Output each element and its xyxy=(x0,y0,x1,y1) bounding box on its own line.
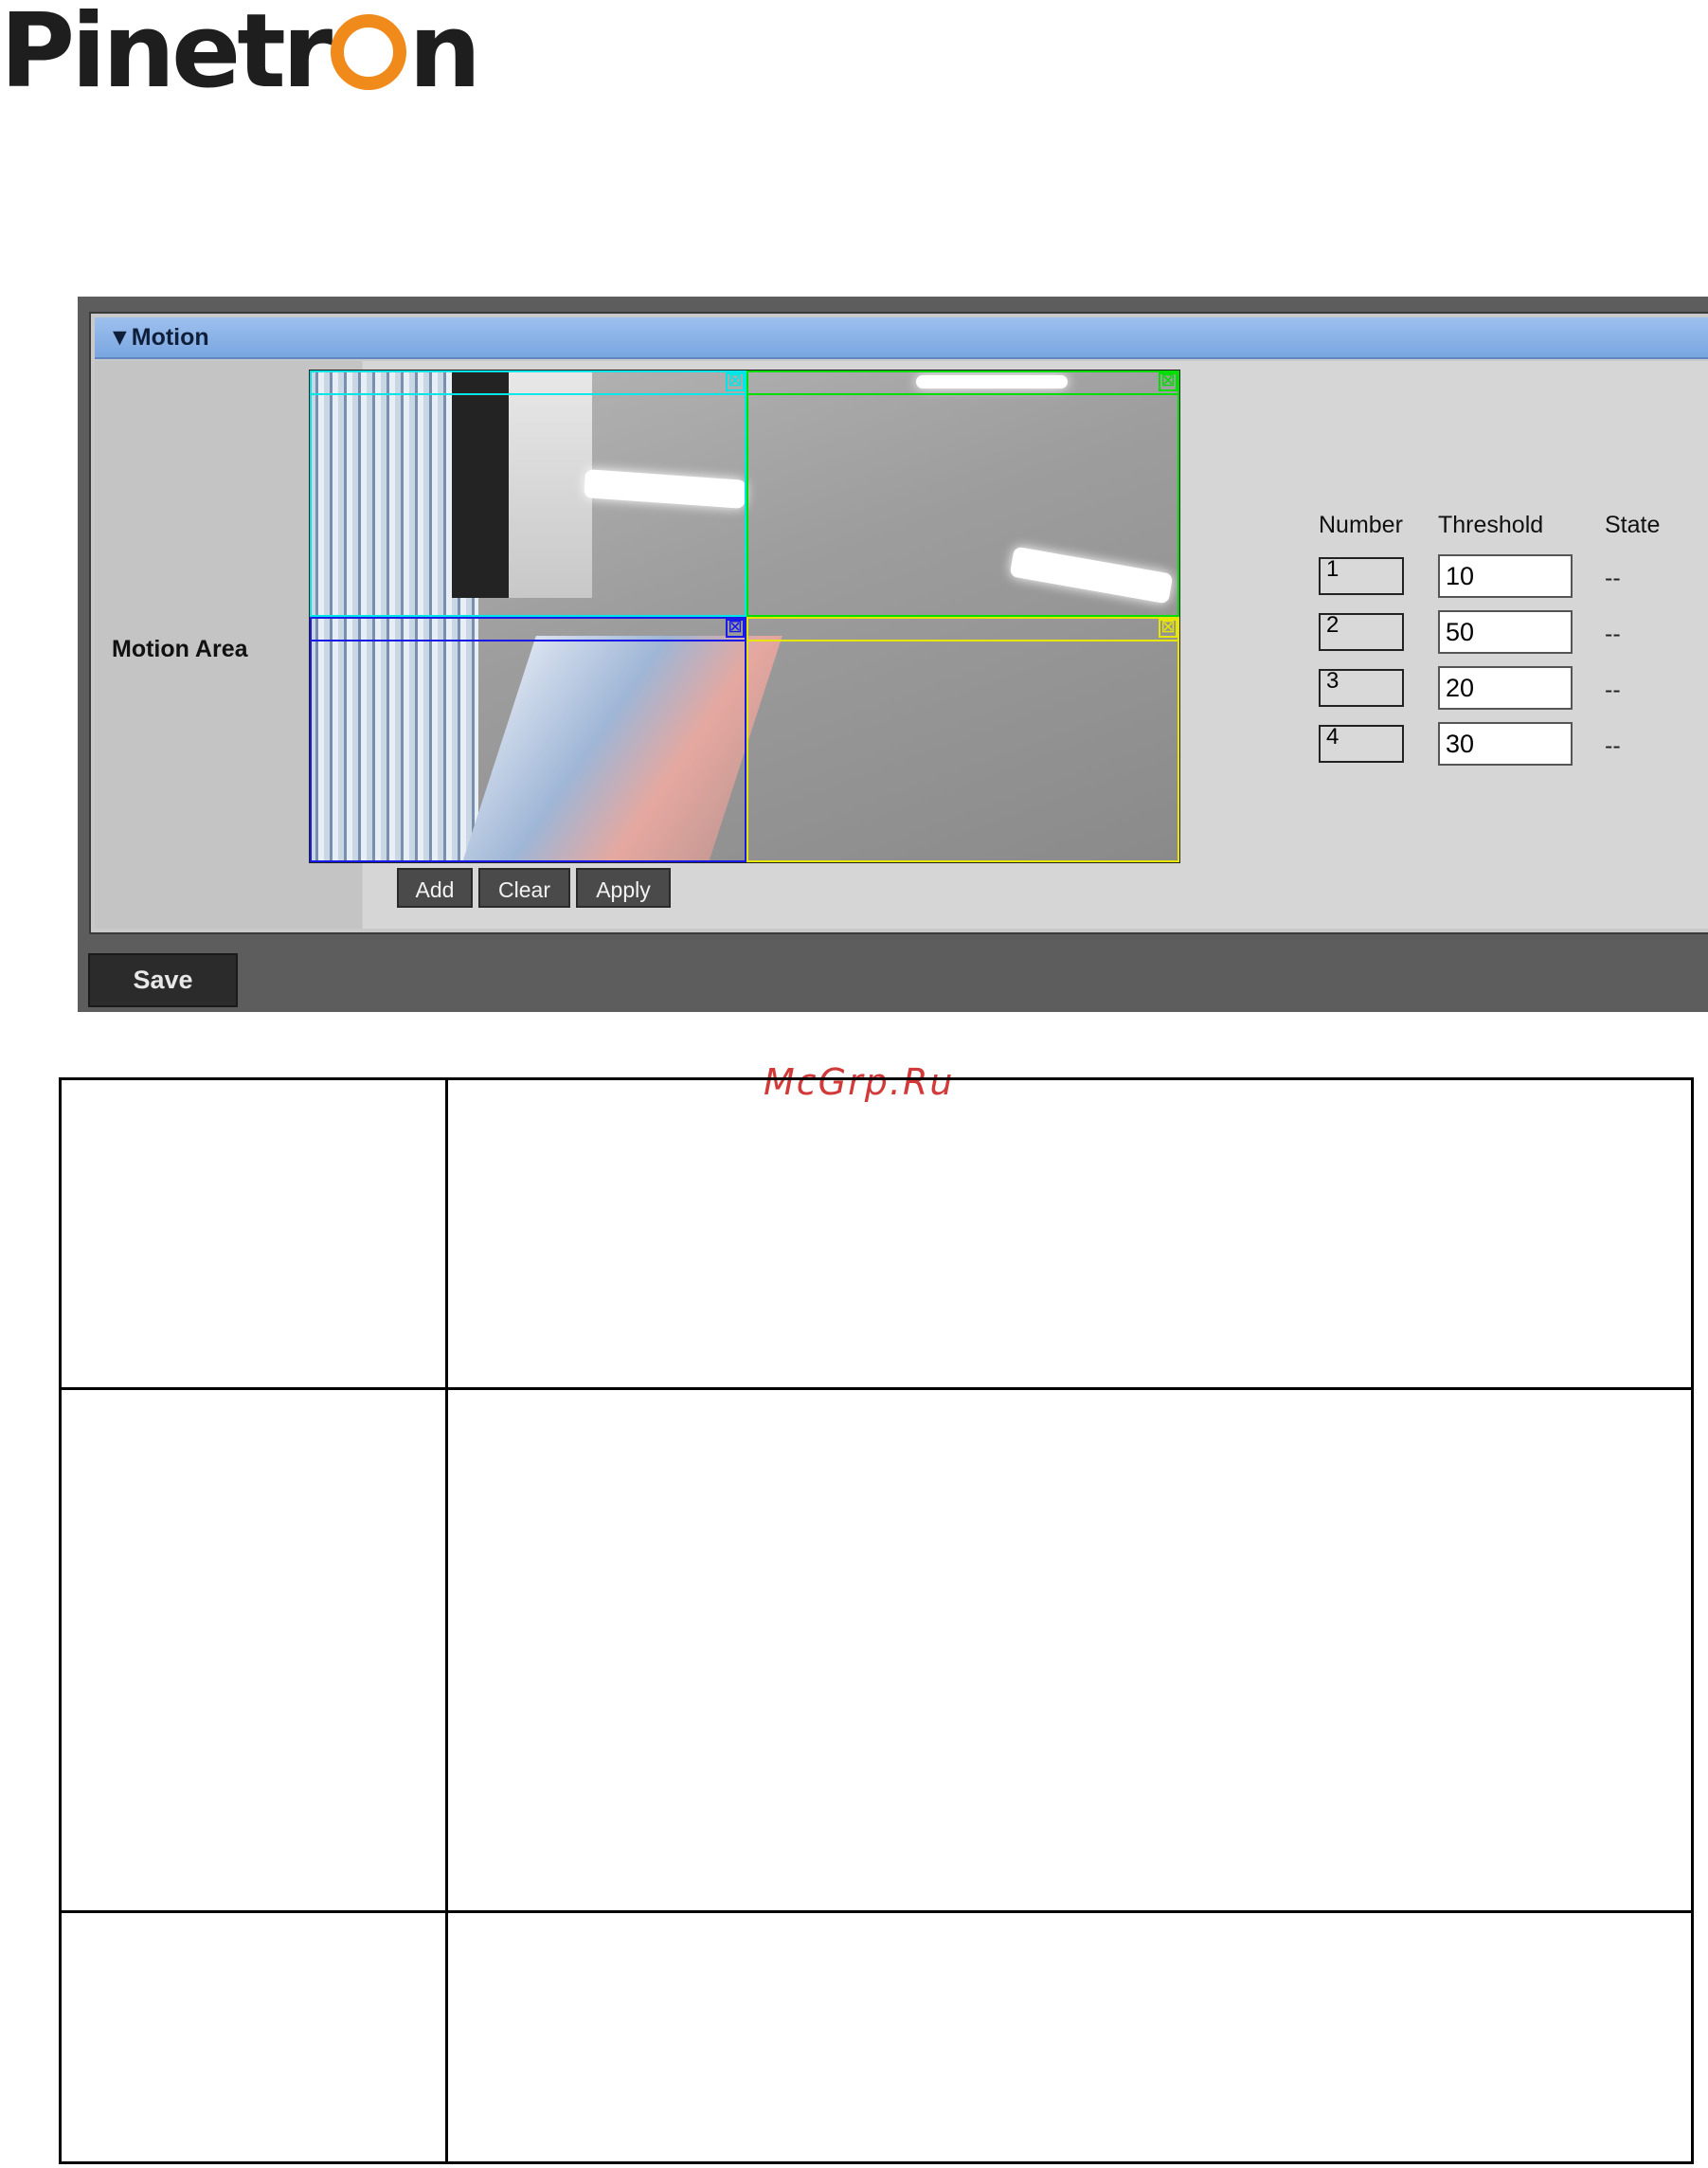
motion-zone-2[interactable]: ☒ xyxy=(746,370,1179,617)
zone-number-4: 4 xyxy=(1319,725,1404,763)
add-button[interactable]: Add xyxy=(397,868,473,908)
save-button[interactable]: Save xyxy=(88,953,238,1007)
zone-number-2: 2 xyxy=(1319,613,1404,651)
state-column-header: State xyxy=(1605,512,1661,538)
zone-number-3: 3 xyxy=(1319,669,1404,707)
threshold-input-3[interactable]: 20 xyxy=(1438,666,1573,710)
logo-text-prefix: Pinetr xyxy=(0,0,333,111)
zone-3-close-icon[interactable]: ☒ xyxy=(726,619,745,638)
threshold-column-header: Threshold xyxy=(1438,512,1544,538)
motion-section-header[interactable]: ▼Motion xyxy=(95,317,1708,359)
zone-state-3: -- xyxy=(1605,677,1621,703)
zone-state-4: -- xyxy=(1605,732,1621,759)
zone-4-close-icon[interactable]: ☒ xyxy=(1159,619,1178,638)
motion-area-label: Motion Area xyxy=(112,636,248,662)
clear-button[interactable]: Clear xyxy=(478,868,570,908)
logo-o-ring-icon xyxy=(331,14,407,90)
motion-zone-3-titlebar[interactable] xyxy=(312,619,745,641)
threshold-input-1[interactable]: 10 xyxy=(1438,554,1573,598)
zone-state-1: -- xyxy=(1605,565,1621,591)
motion-zone-3[interactable]: ☒ xyxy=(310,617,746,862)
camera-preview[interactable]: ☒ ☒ ☒ ☒ xyxy=(309,370,1180,863)
motion-zone-4-titlebar[interactable] xyxy=(748,619,1178,641)
threshold-input-2[interactable]: 50 xyxy=(1438,610,1573,654)
motion-zone-1[interactable]: ☒ xyxy=(310,370,746,617)
apply-button[interactable]: Apply xyxy=(576,868,671,908)
pinetron-logo: Pinetr n xyxy=(0,0,481,104)
motion-zone-2-titlebar[interactable] xyxy=(748,372,1178,395)
zone-state-2: -- xyxy=(1605,621,1621,647)
table-row-divider xyxy=(62,1387,1691,1390)
table-column-divider xyxy=(445,1080,448,2161)
number-column-header: Number xyxy=(1319,512,1403,538)
table-row-divider xyxy=(62,1910,1691,1913)
zone-1-close-icon[interactable]: ☒ xyxy=(726,372,745,391)
motion-zone-1-titlebar[interactable] xyxy=(312,372,745,395)
zone-2-close-icon[interactable]: ☒ xyxy=(1159,372,1178,391)
zone-number-1: 1 xyxy=(1319,557,1404,595)
document-table xyxy=(59,1077,1694,2164)
logo-text-suffix: n xyxy=(408,0,481,111)
threshold-input-4[interactable]: 30 xyxy=(1438,722,1573,766)
footer-bar xyxy=(78,936,1708,1012)
motion-zone-4[interactable]: ☒ xyxy=(746,617,1179,862)
